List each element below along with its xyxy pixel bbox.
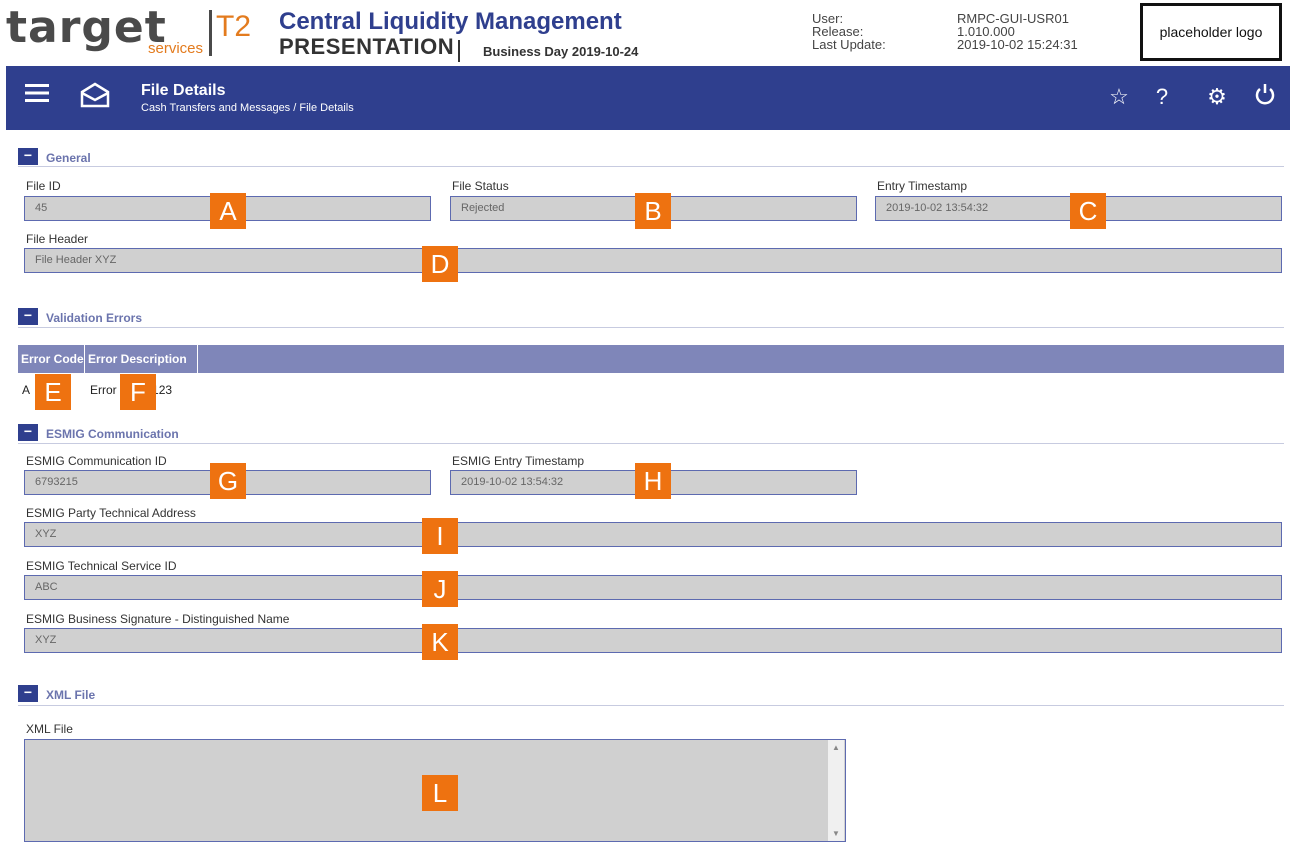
- annotation-marker-b: B: [635, 193, 671, 229]
- last-update-label: Last Update:: [812, 37, 886, 52]
- annotation-marker-e: E: [35, 374, 71, 410]
- annotation-marker-l: L: [422, 775, 458, 811]
- validation-section-title: Validation Errors: [46, 311, 143, 325]
- annotation-marker-f: F: [120, 374, 156, 410]
- general-collapse-button[interactable]: −: [18, 148, 38, 165]
- xml-scrollbar[interactable]: ▲ ▼: [828, 740, 844, 841]
- general-section-title: General: [46, 151, 91, 165]
- section-divider: [18, 327, 1284, 328]
- column-header-error-description[interactable]: Error Description: [85, 345, 198, 373]
- esmig-party-address-label: ESMIG Party Technical Address: [26, 506, 196, 520]
- section-divider: [18, 166, 1284, 167]
- xml-section-title: XML File: [46, 688, 96, 702]
- scroll-up-icon[interactable]: ▲: [828, 743, 844, 752]
- annotation-marker-i: I: [422, 518, 458, 554]
- placeholder-logo: placeholder logo: [1140, 3, 1282, 61]
- esmig-service-id-label: ESMIG Technical Service ID: [26, 559, 177, 573]
- esmig-collapse-button[interactable]: −: [18, 424, 38, 441]
- xml-collapse-button[interactable]: −: [18, 685, 38, 702]
- annotation-marker-h: H: [635, 463, 671, 499]
- esmig-entry-timestamp-label: ESMIG Entry Timestamp: [452, 454, 585, 468]
- section-divider: [18, 443, 1284, 444]
- scroll-down-icon[interactable]: ▼: [828, 829, 844, 838]
- envelope-icon: [80, 82, 110, 114]
- error-code-cell: A: [22, 383, 31, 397]
- header-divider: [209, 10, 212, 56]
- annotation-marker-c: C: [1070, 193, 1106, 229]
- file-header-label: File Header: [26, 232, 89, 246]
- logo-text: placeholder logo: [1159, 24, 1263, 40]
- annotation-marker-g: G: [210, 463, 246, 499]
- esmig-comm-id-label: ESMIG Communication ID: [26, 454, 167, 468]
- esmig-service-id-field[interactable]: ABC: [24, 575, 1282, 600]
- power-icon[interactable]: [1250, 83, 1280, 111]
- esmig-signature-field[interactable]: XYZ: [24, 628, 1282, 653]
- page-title: File Details: [141, 82, 226, 99]
- esmig-party-address-field[interactable]: XYZ: [24, 522, 1282, 547]
- esmig-section-title: ESMIG Communication: [46, 427, 179, 441]
- file-id-label: File ID: [26, 179, 61, 193]
- annotation-marker-j: J: [422, 571, 458, 607]
- esmig-signature-label: ESMIG Business Signature - Distinguished…: [26, 612, 290, 626]
- app-title: Central Liquidity Management: [279, 8, 622, 35]
- entry-timestamp-label: Entry Timestamp: [877, 179, 968, 193]
- business-day: Business Day 2019-10-24: [483, 44, 639, 59]
- target-logo-subtext: services: [148, 40, 204, 57]
- column-header-error-code[interactable]: Error Code: [18, 345, 85, 373]
- last-update-value: 2019-10-02 15:24:31: [957, 37, 1078, 52]
- star-icon[interactable]: ☆: [1104, 84, 1134, 110]
- file-header-field[interactable]: File Header XYZ: [24, 248, 1282, 273]
- help-icon[interactable]: ?: [1147, 84, 1177, 110]
- menu-icon[interactable]: [22, 82, 52, 110]
- annotation-marker-k: K: [422, 624, 458, 660]
- annotation-marker-a: A: [210, 193, 246, 229]
- section-divider: [18, 705, 1284, 706]
- file-status-label: File Status: [452, 179, 509, 193]
- annotation-marker-d: D: [422, 246, 458, 282]
- app-mode: PRESENTATION: [279, 34, 455, 59]
- t2-label: T2: [216, 10, 252, 43]
- errors-table-header: [18, 345, 1284, 373]
- validation-collapse-button[interactable]: −: [18, 308, 38, 325]
- xml-file-label: XML File: [26, 722, 73, 736]
- mode-divider: [458, 40, 460, 62]
- target-logo-text: target: [6, 2, 167, 53]
- gear-icon[interactable]: ⚙: [1202, 84, 1232, 110]
- breadcrumb[interactable]: Cash Transfers and Messages / File Detai…: [141, 102, 354, 114]
